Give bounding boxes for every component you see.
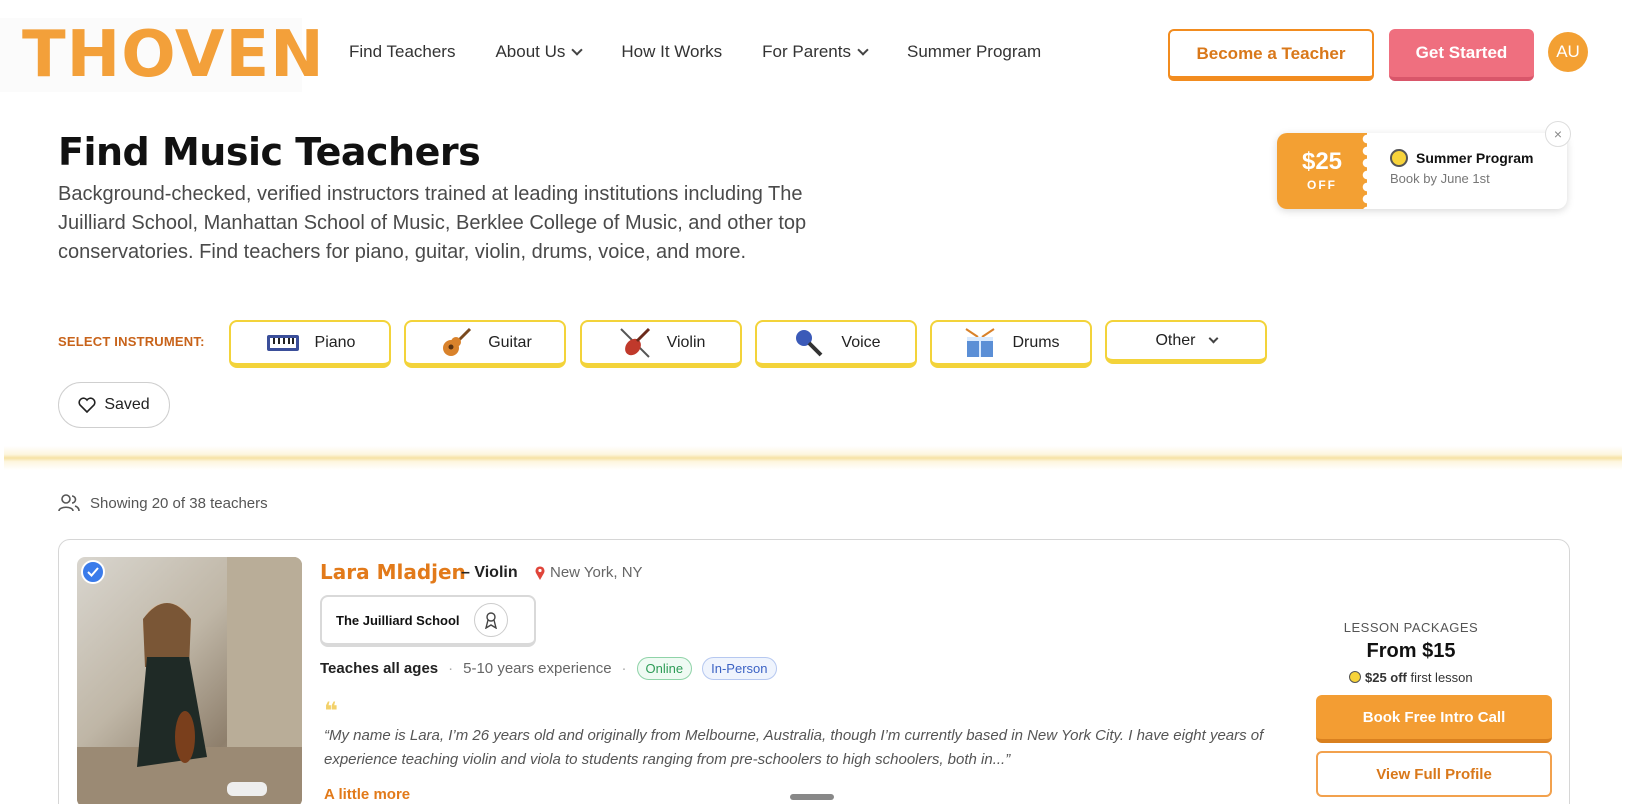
promo-off: OFF <box>1307 178 1337 192</box>
become-teacher-button[interactable]: Become a Teacher <box>1168 29 1374 81</box>
instrument-other-dropdown[interactable]: Other <box>1105 320 1267 364</box>
teacher-location: New York, NY <box>550 564 643 581</box>
piano-icon <box>266 334 299 351</box>
nav-summer-program-label: Summer Program <box>906 42 1042 61</box>
promo-title: Summer Program <box>1416 150 1534 166</box>
teacher-experience: 5-10 years experience <box>463 660 612 677</box>
results-count-text: Showing 20 of 38 teachers <box>90 494 268 512</box>
discount-text: first lesson <box>1406 670 1473 685</box>
book-intro-call-button[interactable]: Book Free Intro Call <box>1316 695 1552 743</box>
page-title: Find Music Teachers <box>58 130 481 174</box>
chevron-down-icon <box>571 44 584 56</box>
instrument-guitar-label: Guitar <box>488 333 532 351</box>
award-ribbon-icon <box>473 603 508 637</box>
saved-button[interactable]: Saved <box>58 382 170 428</box>
summer-promo-banner[interactable]: $25 OFF Summer Program Book by June 1st <box>1277 133 1567 209</box>
heart-icon <box>78 397 96 413</box>
nav-find-teachers[interactable]: Find Teachers <box>349 42 455 62</box>
location-pin-icon <box>535 566 545 580</box>
instrument-guitar-button[interactable]: Guitar <box>404 320 566 368</box>
school-badge: The Juilliard School <box>320 595 536 647</box>
main-nav: Find Teachers About Us How It Works For … <box>349 42 1041 62</box>
microphone-icon <box>796 329 823 356</box>
teacher-bio-quote: “My name is Lara, I’m 26 years old and o… <box>324 727 1264 768</box>
in-person-tag: In-Person <box>702 657 777 680</box>
violin-icon <box>619 327 650 358</box>
promo-amount: $25 <box>1301 148 1343 175</box>
selected-check-icon[interactable] <box>81 560 105 584</box>
first-lesson-discount: $25 off first lesson <box>1281 670 1541 685</box>
site-header: THOVEN Find Teachers About Us How It Wor… <box>0 0 1626 106</box>
a-little-more-link[interactable]: A little more <box>324 786 410 803</box>
chevron-down-icon <box>1208 333 1218 344</box>
separator-dot: · <box>621 660 627 677</box>
nav-summer-program[interactable]: Summer Program <box>907 42 1041 62</box>
section-divider <box>4 446 1622 470</box>
instrument-other-label: Other <box>1155 331 1196 349</box>
nav-find-teachers-label: Find Teachers <box>349 42 456 61</box>
lesson-packages-label: LESSON PACKAGES <box>1343 620 1479 635</box>
teacher-name[interactable]: Lara Mladjen <box>320 560 466 584</box>
online-tag: Online <box>636 657 693 680</box>
page-subtitle: Background-checked, verified instructors… <box>58 183 807 263</box>
select-instrument-label: SELECT INSTRUMENT: <box>58 334 205 349</box>
nav-for-parents[interactable]: For Parents <box>762 42 869 62</box>
scroll-handle[interactable] <box>790 794 834 800</box>
instrument-voice-button[interactable]: Voice <box>755 320 917 368</box>
nav-about-us-label: About Us <box>495 42 566 61</box>
sun-icon <box>1349 671 1362 683</box>
nav-how-it-works[interactable]: How It Works <box>621 42 722 62</box>
get-started-button[interactable]: Get Started <box>1389 29 1534 81</box>
instrument-drums-label: Drums <box>1012 333 1060 351</box>
users-icon <box>58 494 80 512</box>
teacher-photo[interactable] <box>77 557 302 804</box>
discount-amount: $25 off <box>1364 670 1407 685</box>
user-avatar[interactable]: AU <box>1548 32 1588 72</box>
logo-text: THOVEN <box>22 18 325 92</box>
view-full-profile-button[interactable]: View Full Profile <box>1316 751 1552 797</box>
drum-icon <box>965 327 995 357</box>
nav-about-us[interactable]: About Us <box>495 42 584 62</box>
thoven-logo[interactable]: THOVEN <box>0 18 324 92</box>
teacher-card[interactable]: Lara Mladjen – Violin New York, NY The J… <box>58 539 1570 804</box>
guitar-icon <box>443 327 472 356</box>
checkmark-glyph <box>87 567 99 577</box>
promo-discount: $25 OFF <box>1277 133 1373 209</box>
nav-for-parents-label: For Parents <box>762 42 851 61</box>
sun-icon <box>1390 149 1408 167</box>
nav-how-it-works-label: How It Works <box>621 42 723 61</box>
quote-icon: ❝ <box>324 698 339 725</box>
instrument-voice-label: Voice <box>841 333 881 351</box>
ribbon-glyph <box>484 612 497 629</box>
chevron-down-icon <box>857 44 869 56</box>
instrument-piano-label: Piano <box>314 333 356 351</box>
instrument-drums-button[interactable]: Drums <box>930 320 1092 368</box>
instrument-violin-label: Violin <box>666 333 706 351</box>
teacher-meta-row: Teaches all ages · 5-10 years experience… <box>320 657 777 680</box>
teacher-ages: Teaches all ages <box>320 660 439 677</box>
teacher-photo-illustration <box>77 557 302 804</box>
separator-dot: · <box>448 660 454 677</box>
saved-label: Saved <box>104 396 150 413</box>
promo-title-row: Summer Program <box>1390 149 1533 167</box>
instrument-violin-button[interactable]: Violin <box>580 320 742 368</box>
school-name: The Juilliard School <box>336 612 460 628</box>
teacher-instrument: – Violin <box>461 564 518 581</box>
results-count: Showing 20 of 38 teachers <box>58 493 268 513</box>
lesson-price: From $15 <box>1366 640 1456 662</box>
instrument-piano-button[interactable]: Piano <box>229 320 391 368</box>
close-icon[interactable]: × <box>1545 121 1571 147</box>
promo-subtitle: Book by June 1st <box>1390 171 1490 186</box>
